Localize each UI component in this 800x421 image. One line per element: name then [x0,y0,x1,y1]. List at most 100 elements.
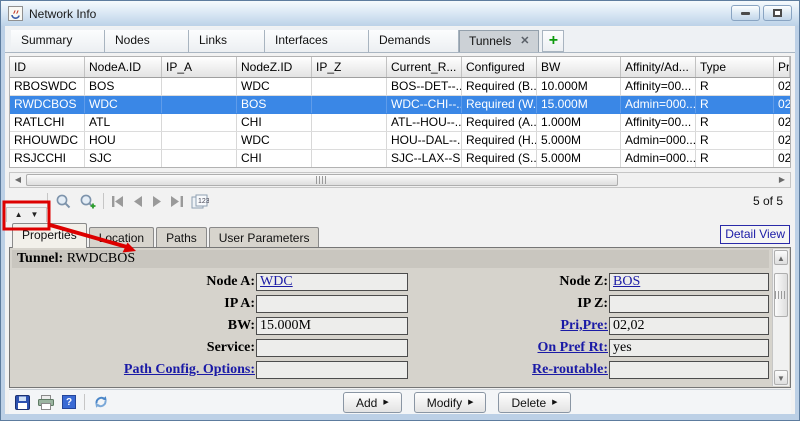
tab-paths[interactable]: Paths [156,227,207,248]
first-record-icon[interactable] [111,195,125,208]
modify-button[interactable]: Modify ▶ [414,392,487,413]
col-current-route[interactable]: Current_R... [387,57,462,77]
field-label: Node Z: [412,274,609,290]
col-affinity[interactable]: Affinity/Ad... [621,57,696,77]
tab-user-parameters[interactable]: User Parameters [209,227,320,248]
col-nodez[interactable]: NodeZ.ID [237,57,312,77]
menu-arrow-icon: ▶ [383,399,388,406]
zoom-add-icon[interactable] [79,193,96,210]
field-label: Node A: [12,274,256,290]
vscroll-thumb[interactable] [774,273,788,317]
cell [312,150,387,167]
menu-arrow-icon: ▶ [468,399,473,406]
tab-location[interactable]: Location [89,227,154,248]
tab-summary[interactable]: Summary [11,30,105,52]
detail-view-link[interactable]: Detail View [720,225,790,244]
field-pri-pre: Pri,Pre: 02,02 [412,315,769,337]
cell: Required (H... [462,132,537,149]
table-row[interactable]: RSJCCHISJCCHISJC--LAX--S...Required (S..… [10,150,790,168]
cell: R [696,132,774,149]
splitter-toggle[interactable]: ▲ ▼ [6,207,47,222]
properties-panel: Tunnel: RWDCBOS Node A: WDC IP A: BW: 15… [9,247,791,388]
table-row[interactable]: RATLCHIATLCHIATL--HOU--...Required (A...… [10,114,790,132]
cell: WDC [85,96,162,113]
cell [162,132,237,149]
save-icon[interactable] [15,395,30,410]
minimize-button[interactable] [731,5,760,21]
col-nodea[interactable]: NodeA.ID [85,57,162,77]
col-type[interactable]: Type [696,57,774,77]
collapse-up-icon[interactable]: ▲ [15,211,23,219]
collapse-down-icon[interactable]: ▼ [31,211,39,219]
cell: RHOUWDC [10,132,85,149]
scroll-right-icon[interactable]: ▶ [774,173,790,187]
col-pri[interactable]: Pr [774,57,790,77]
re-routable-link[interactable]: Re-routable: [412,362,609,378]
tab-links[interactable]: Links [189,30,265,52]
previous-record-icon[interactable] [132,195,144,208]
node-z-link[interactable]: BOS [613,274,640,289]
service-field [256,339,408,357]
close-icon[interactable]: ✕ [520,36,529,47]
maximize-button[interactable] [763,5,792,21]
field-label: BW: [12,318,256,334]
col-bw[interactable]: BW [537,57,621,77]
tunnel-header-value: RWDCBOS [67,251,135,266]
pri-pre-link[interactable]: Pri,Pre: [412,318,609,334]
add-button[interactable]: Add▶ [343,392,402,413]
zoom-icon[interactable] [55,193,72,210]
cell [312,78,387,95]
node-z-field: BOS [609,273,769,291]
tab-interfaces[interactable]: Interfaces [265,30,369,52]
scroll-down-icon[interactable]: ▼ [774,370,788,385]
field-ip-z: IP Z: [412,293,769,315]
col-ipz[interactable]: IP_Z [312,57,387,77]
next-record-icon[interactable] [151,195,163,208]
action-buttons: Add▶ Modify ▶ Delete▶ [343,392,571,413]
path-config-options-link[interactable]: Path Config. Options: [12,362,256,378]
menu-arrow-icon: ▶ [552,399,557,406]
table-row-selected[interactable]: RWDCBOSWDCBOSWDC--CHI--...Required (W...… [10,96,790,114]
node-a-link[interactable]: WDC [260,274,293,289]
last-record-icon[interactable] [170,195,184,208]
tunnel-header: Tunnel: RWDCBOS [12,250,769,268]
cell: R [696,114,774,131]
add-tab-button[interactable]: + [542,30,564,52]
horizontal-scrollbar[interactable]: ◀ ▶ [9,172,791,188]
field-bw: BW: 15.000M [12,315,408,337]
print-icon[interactable] [38,395,54,410]
tab-tunnels[interactable]: Tunnels ✕ [459,30,539,52]
cell: Admin=000... [621,132,696,149]
java-app-icon [8,6,23,21]
col-configured[interactable]: Configured [462,57,537,77]
row-number-icon[interactable]: 123 [191,194,209,209]
table-row[interactable]: RBOSWDCBOSWDCBOS--DET--...Required (B...… [10,78,790,96]
cell: RSJCCHI [10,150,85,167]
col-ipa[interactable]: IP_A [162,57,237,77]
delete-button[interactable]: Delete▶ [498,392,570,413]
tab-properties[interactable]: Properties [12,223,87,248]
re-routable-field [609,361,769,379]
cell: Required (A... [462,114,537,131]
left-field-column: Node A: WDC IP A: BW: 15.000M Service: [12,271,408,381]
col-id[interactable]: ID [10,57,85,77]
table-row[interactable]: RHOUWDCHOUWDCHOU--DAL--...Required (H...… [10,132,790,150]
help-icon[interactable]: ? [62,395,76,409]
refresh-icon[interactable] [93,394,109,410]
tab-demands[interactable]: Demands [369,30,459,52]
cell: HOU--DAL--... [387,132,462,149]
scroll-up-icon[interactable]: ▲ [774,250,788,265]
cell: Affinity=00... [621,78,696,95]
cell: 02 [774,150,790,167]
ip-a-field [256,295,408,313]
scroll-left-icon[interactable]: ◀ [10,173,26,187]
hscroll-thumb[interactable] [26,174,618,186]
field-label: Service: [12,340,256,356]
thumb-grip [775,291,787,299]
on-pref-rt-link[interactable]: On Pref Rt: [412,340,609,356]
tab-nodes[interactable]: Nodes [105,30,189,52]
right-field-column: Node Z: BOS IP Z: Pri,Pre: 02,02 On Pref… [412,271,769,381]
cell [162,150,237,167]
modify-button-label: Modify [427,396,462,410]
vertical-scrollbar[interactable]: ▲ ▼ [772,249,789,386]
